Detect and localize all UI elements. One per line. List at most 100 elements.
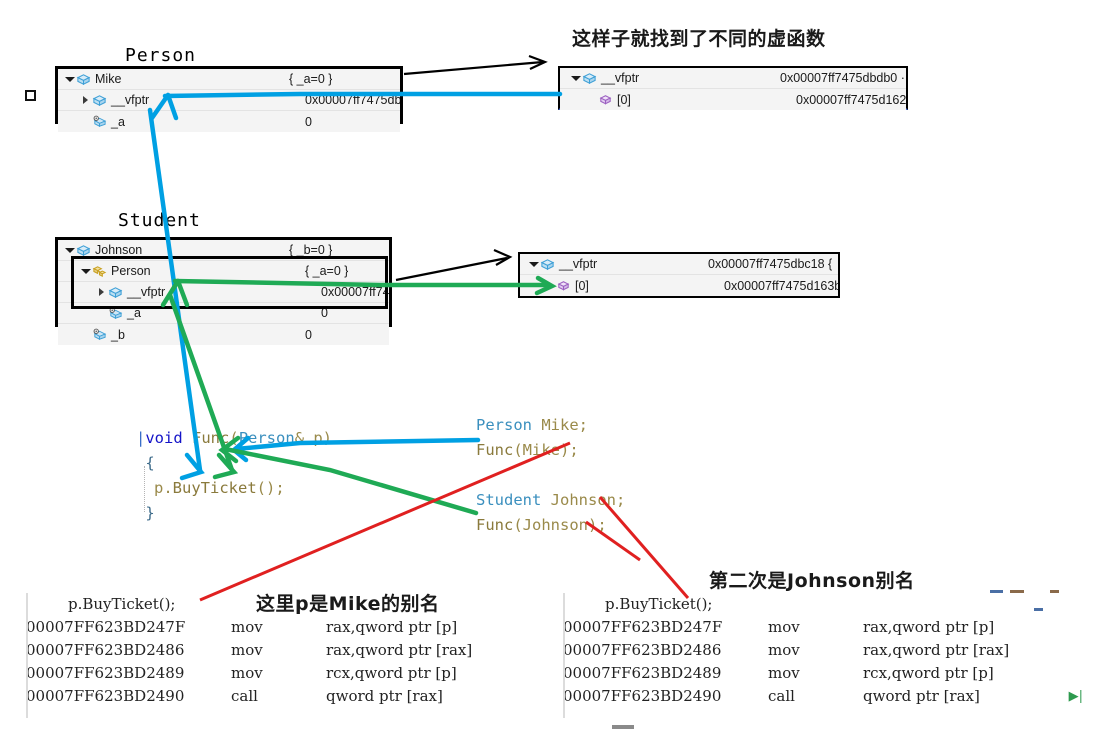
watch-row-label: _b (111, 327, 125, 342)
watch-row[interactable]: __vfptr 0x00007ff7475dbdb0 (58, 90, 400, 111)
disassembly-row[interactable]: 00007FF623BD2490 call qword ptr [rax] ▶| (563, 685, 1083, 708)
field-cube-icon (92, 327, 107, 342)
source-main-line-2 (476, 463, 625, 488)
clipped-text-fragments-2 (612, 716, 634, 734)
student-vtable-panel[interactable]: __vfptr 0x00007ff7475dbc18 { [0] 0x00007ff7… (518, 252, 840, 298)
object-cube-icon (92, 93, 107, 108)
watch-row[interactable]: Johnson { _b=0 } (58, 240, 389, 261)
arrow-student-to-vtable (395, 248, 513, 282)
disassembly-left-panel[interactable]: p.BuyTicket(); 00007FF623BD247F mov rax,qw… (26, 593, 516, 718)
field-cube-icon (92, 114, 107, 129)
disassembly-mnemonic: mov (768, 618, 800, 636)
source-func-line-0: |void Func(Person& p) (136, 429, 333, 447)
disassembly-address: 00007FF623BD2490 (563, 687, 722, 705)
watch-row[interactable]: __vfptr 0x00007ff7475dbdb0 · (560, 68, 906, 89)
watch-row-name-cell: Person (58, 264, 305, 279)
object-cube-icon (76, 72, 91, 87)
watch-row[interactable]: _a 0 (58, 111, 400, 132)
expander-placeholder (544, 280, 555, 291)
chevron-down-icon[interactable] (80, 266, 91, 277)
arrow-person-to-vtable (403, 54, 548, 76)
disassembly-left-gutter (26, 593, 28, 718)
watch-row-name-cell: Johnson (58, 243, 289, 258)
disassembly-row[interactable]: 00007FF623BD2489 mov rcx,qword ptr [p] (563, 662, 1083, 685)
student-caption: Student (118, 210, 201, 231)
watch-row[interactable]: _a 0 (58, 303, 389, 324)
watch-row-name-cell: _a (58, 114, 305, 129)
chevron-down-icon[interactable] (64, 74, 75, 85)
watch-row-label: _a (111, 114, 125, 129)
expander-placeholder (96, 308, 107, 319)
watch-row-label: Person (111, 264, 151, 278)
watch-row-name-cell: Mike (58, 72, 289, 87)
watch-row[interactable]: __vfptr 0x00007ff7475dbc18 { (520, 254, 838, 275)
watch-row-value: 0x00007ff7475d163b { (724, 278, 838, 293)
student-watch-panel[interactable]: Johnson { _b=0 } Person { _a=0 } __vfptr 0x00… (55, 237, 392, 345)
disassembly-address: 00007FF623BD2486 (563, 641, 722, 659)
disassembly-operands: rcx,qword ptr [p] (326, 664, 457, 682)
disassembly-row[interactable]: 00007FF623BD247F mov rax,qword ptr [p] (26, 616, 516, 639)
chevron-down-icon[interactable] (570, 73, 581, 84)
disassembly-mnemonic: mov (231, 618, 263, 636)
person-watch-panel[interactable]: Mike { _a=0 } __vfptr 0x00007ff7475dbdb0 _a 0 (55, 66, 403, 132)
watch-row-name-cell: __vfptr (520, 257, 708, 272)
disassembly-address: 00007FF623BD247F (563, 618, 723, 636)
watch-row-name-cell: __vfptr (58, 285, 321, 300)
watch-row-label: [0] (617, 92, 631, 107)
source-main-block[interactable]: Person Mike; Func(Mike); Student Johnson… (476, 413, 625, 538)
note-right-bottom: 第二次是Johnson别名 (709, 570, 915, 592)
disassembly-row[interactable]: 00007FF623BD2490 call qword ptr [rax] (26, 685, 516, 708)
base-class-icon (92, 264, 107, 279)
disassembly-address: 00007FF623BD2486 (26, 641, 185, 659)
watch-row-label: [0] (575, 278, 589, 293)
disassembly-operands: qword ptr [rax] (863, 687, 980, 705)
expander-placeholder (80, 116, 91, 127)
disassembly-address: 00007FF623BD2490 (26, 687, 185, 705)
chevron-down-icon[interactable] (528, 259, 539, 270)
chevron-down-icon[interactable] (64, 245, 75, 256)
watch-row[interactable]: [0] 0x00007ff7475d1627 { (560, 89, 906, 110)
disassembly-mnemonic: call (768, 687, 795, 705)
watch-row-value: 0x00007ff7475dbdb0 · (780, 71, 905, 85)
watch-row[interactable]: Mike { _a=0 } (58, 69, 400, 90)
watch-row[interactable]: __vfptr 0x00007ff7475dbc18 (58, 282, 389, 303)
watch-row-value: 0x00007ff7475d1627 { (796, 92, 906, 107)
watch-row-name-cell: [0] (560, 92, 796, 107)
chevron-right-icon[interactable] (96, 287, 107, 298)
note-top: 这样子就找到了不同的虚函数 (572, 28, 826, 50)
field-cube-icon (108, 306, 123, 321)
chevron-right-icon[interactable] (80, 95, 91, 106)
watch-row-label: Johnson (95, 243, 143, 257)
disassembly-mnemonic: mov (231, 641, 263, 659)
disassembly-row[interactable]: 00007FF623BD2486 mov rax,qword ptr [rax] (26, 639, 516, 662)
source-func-block[interactable]: |void Func(Person& p) { p.BuyTicket(); } (136, 426, 332, 526)
disasm-left-source-line: p.BuyTicket(); (68, 595, 176, 613)
watch-row-value: 0 (305, 327, 312, 342)
disassembly-mnemonic: mov (231, 664, 263, 682)
watch-row-name-cell: __vfptr (58, 93, 305, 108)
watch-row-name-cell: _b (58, 327, 305, 342)
clipped-text-fragments (990, 580, 1093, 616)
disassembly-operands: rax,qword ptr [p] (863, 618, 995, 636)
watch-row-value: { _a=0 } (289, 72, 333, 86)
watch-row-value: { _b=0 } (289, 243, 333, 257)
person-vtable-panel[interactable]: __vfptr 0x00007ff7475dbdb0 · [0] 0x00007ff7… (558, 66, 908, 110)
disassembly-row[interactable]: 00007FF623BD247F mov rax,qword ptr [p] (563, 616, 1083, 639)
disassembly-mnemonic: mov (768, 641, 800, 659)
watch-row-label: _a (127, 306, 141, 320)
source-func-line-1: { (136, 454, 155, 472)
disassembly-operands: rcx,qword ptr [p] (863, 664, 994, 682)
watch-row-value: 0x00007ff7475dbdb0 (305, 93, 400, 107)
disassembly-row[interactable]: 00007FF623BD2486 mov rax,qword ptr [rax] (563, 639, 1083, 662)
function-cube-icon (556, 278, 571, 293)
watch-row[interactable]: Person { _a=0 } (58, 261, 389, 282)
object-cube-icon (76, 243, 91, 258)
watch-row-name-cell: [0] (520, 278, 724, 293)
watch-row-name-cell: __vfptr (560, 71, 780, 86)
watch-row[interactable]: [0] 0x00007ff7475d163b { (520, 275, 838, 296)
object-cube-icon (582, 71, 597, 86)
disassembly-row[interactable]: 00007FF623BD2489 mov rcx,qword ptr [p] (26, 662, 516, 685)
margin-square-glyph (25, 90, 36, 101)
watch-row[interactable]: _b 0 (58, 324, 389, 345)
code-fold-guide (144, 466, 145, 512)
